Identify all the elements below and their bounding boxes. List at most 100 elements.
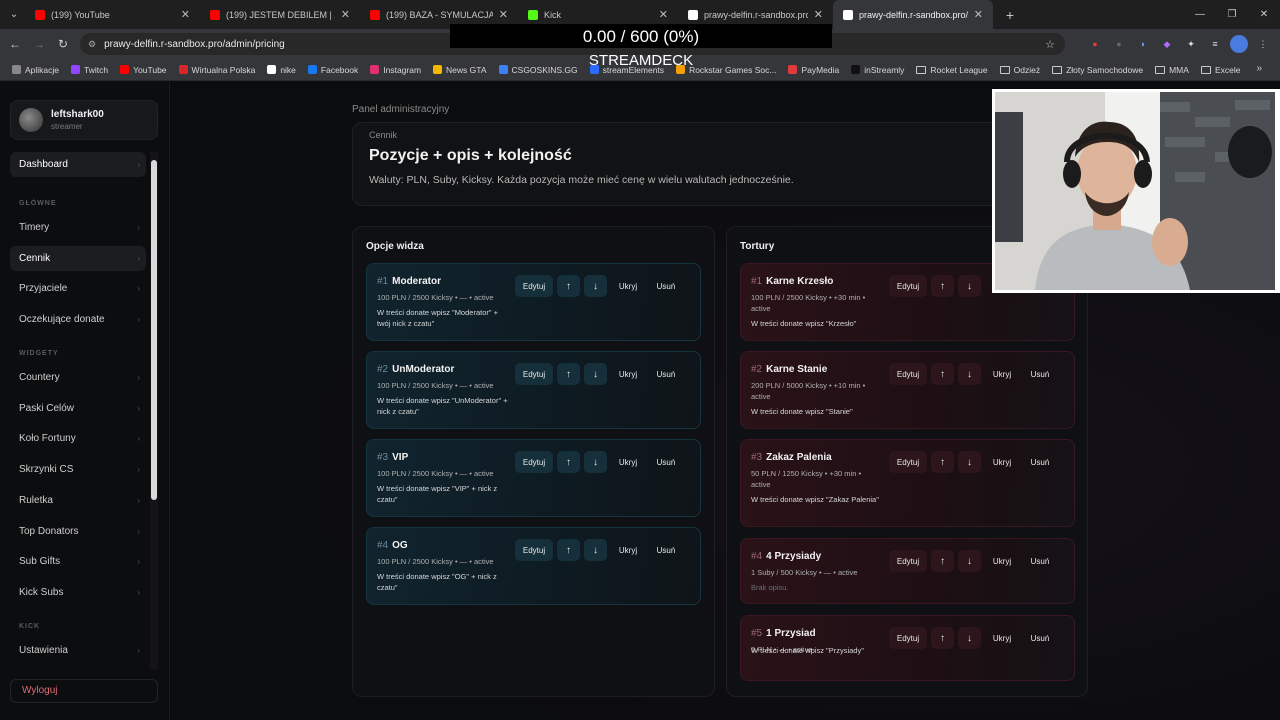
hide-button[interactable]: Ukryj bbox=[985, 363, 1019, 385]
delete-button[interactable]: Usuń bbox=[649, 539, 683, 561]
bookmark-item[interactable]: Instagram bbox=[364, 65, 427, 75]
minimize-button[interactable]: — bbox=[1184, 0, 1216, 29]
close-tab-icon[interactable]: ✕ bbox=[814, 8, 823, 21]
move-up-button[interactable]: ↑ bbox=[931, 451, 954, 473]
browser-tab[interactable]: (199) YouTube ✕ bbox=[25, 0, 200, 29]
logout-button[interactable]: Wyloguj bbox=[10, 679, 158, 703]
sidebar-item-ruletka[interactable]: Ruletka › bbox=[10, 488, 146, 513]
close-tab-icon[interactable]: ✕ bbox=[499, 8, 508, 21]
new-tab-button[interactable]: + bbox=[999, 7, 1021, 23]
sidebar-item-cennik[interactable]: Cennik › bbox=[10, 245, 146, 271]
bookmark-item[interactable]: Wirtualna Polska bbox=[173, 65, 262, 75]
close-tab-icon[interactable]: ✕ bbox=[974, 8, 983, 21]
extension-red-icon[interactable]: ● bbox=[1086, 35, 1104, 53]
sidebar-item-dashboard[interactable]: Dashboard › bbox=[10, 152, 146, 177]
hide-button[interactable]: Ukryj bbox=[985, 627, 1019, 649]
delete-button[interactable]: Usuń bbox=[1023, 627, 1057, 649]
edit-button[interactable]: Edytuj bbox=[889, 363, 927, 385]
move-down-button[interactable]: ↓ bbox=[958, 550, 981, 572]
sidebar-item-skrzynki-cs[interactable]: Skrzynki CS › bbox=[10, 457, 146, 482]
close-tab-icon[interactable]: ✕ bbox=[659, 8, 668, 21]
hide-button[interactable]: Ukryj bbox=[611, 363, 645, 385]
move-down-button[interactable]: ↓ bbox=[584, 451, 607, 473]
bookmark-item[interactable]: Odzież bbox=[994, 65, 1046, 75]
back-button[interactable]: ← bbox=[3, 37, 27, 51]
bookmark-item[interactable]: Excele bbox=[1195, 65, 1247, 75]
move-down-button[interactable]: ↓ bbox=[584, 539, 607, 561]
move-down-button[interactable]: ↓ bbox=[958, 275, 981, 297]
bookmark-item[interactable]: Facebook bbox=[302, 65, 364, 75]
edit-button[interactable]: Edytuj bbox=[889, 627, 927, 649]
delete-button[interactable]: Usuń bbox=[1023, 451, 1057, 473]
delete-button[interactable]: Usuń bbox=[1023, 363, 1057, 385]
move-up-button[interactable]: ↑ bbox=[931, 550, 954, 572]
reload-button[interactable]: ↻ bbox=[51, 37, 75, 51]
maximize-button[interactable]: ❐ bbox=[1216, 0, 1248, 29]
sidebar-item-kick-subs[interactable]: Kick Subs › bbox=[10, 580, 146, 605]
move-down-button[interactable]: ↓ bbox=[584, 275, 607, 297]
bookmark-item[interactable]: nike bbox=[261, 65, 302, 75]
extension-gray-icon[interactable]: ● bbox=[1110, 35, 1128, 53]
reading-list-icon[interactable]: ≡ bbox=[1206, 35, 1224, 53]
sidebar-item-countery[interactable]: Countery › bbox=[10, 365, 146, 390]
sidebar-item-top-donators[interactable]: Top Donators › bbox=[10, 519, 146, 544]
extensions-puzzle-icon[interactable]: ✦ bbox=[1182, 35, 1200, 53]
move-up-button[interactable]: ↑ bbox=[931, 627, 954, 649]
hide-button[interactable]: Ukryj bbox=[985, 550, 1019, 572]
bookmark-item[interactable]: Aplikacje bbox=[6, 65, 65, 75]
bookmark-item[interactable]: Rocket League bbox=[910, 65, 993, 75]
hide-button[interactable]: Ukryj bbox=[611, 451, 645, 473]
edit-button[interactable]: Edytuj bbox=[889, 275, 927, 297]
bookmark-item[interactable]: YouTube bbox=[114, 65, 172, 75]
sidebar-item-paski-celów[interactable]: Paski Celów › bbox=[10, 396, 146, 421]
delete-button[interactable]: Usuń bbox=[649, 275, 683, 297]
move-up-button[interactable]: ↑ bbox=[557, 275, 580, 297]
sidebar-item-timery[interactable]: Timery › bbox=[10, 215, 146, 240]
bookmarks-overflow-icon[interactable]: » bbox=[1256, 63, 1262, 74]
delete-button[interactable]: Usuń bbox=[649, 363, 683, 385]
move-up-button[interactable]: ↑ bbox=[931, 275, 954, 297]
forward-button[interactable]: → bbox=[27, 37, 51, 51]
sidebar-item-przyjaciele[interactable]: Przyjaciele › bbox=[10, 276, 146, 301]
user-card[interactable]: leftshark00 streamer bbox=[10, 100, 158, 140]
move-down-button[interactable]: ↓ bbox=[958, 363, 981, 385]
move-up-button[interactable]: ↑ bbox=[931, 363, 954, 385]
edit-button[interactable]: Edytuj bbox=[515, 275, 553, 297]
hide-button[interactable]: Ukryj bbox=[611, 275, 645, 297]
bookmark-item[interactable]: Twitch bbox=[65, 65, 114, 75]
move-up-button[interactable]: ↑ bbox=[557, 539, 580, 561]
close-window-button[interactable]: ✕ bbox=[1248, 0, 1280, 29]
profile-avatar-icon[interactable] bbox=[1230, 35, 1248, 53]
hide-button[interactable]: Ukryj bbox=[611, 539, 645, 561]
move-up-button[interactable]: ↑ bbox=[557, 363, 580, 385]
sidebar-item-oczekujące-donate[interactable]: Oczekujące donate › bbox=[10, 307, 146, 332]
browser-tab[interactable]: (199) JESTEM DEBILEM | ZBUD(✕ bbox=[200, 0, 360, 29]
sidebar-scrollbar[interactable] bbox=[150, 152, 158, 670]
close-tab-icon[interactable]: ✕ bbox=[181, 8, 190, 21]
sidebar-item-koło-fortuny[interactable]: Koło Fortuny › bbox=[10, 426, 146, 451]
edit-button[interactable]: Edytuj bbox=[515, 451, 553, 473]
move-down-button[interactable]: ↓ bbox=[584, 363, 607, 385]
bookmark-item[interactable]: Złoty Samochodowe bbox=[1046, 65, 1149, 75]
bookmark-item[interactable]: MMA bbox=[1149, 65, 1195, 75]
move-up-button[interactable]: ↑ bbox=[557, 451, 580, 473]
scrollbar-thumb[interactable] bbox=[151, 160, 157, 500]
browser-tab[interactable]: prawy-delfin.r-sandbox.pro/ad ✕ bbox=[833, 0, 993, 29]
move-down-button[interactable]: ↓ bbox=[958, 451, 981, 473]
sidebar-item-ustawienia[interactable]: Ustawienia › bbox=[10, 638, 146, 663]
edit-button[interactable]: Edytuj bbox=[889, 451, 927, 473]
delete-button[interactable]: Usuń bbox=[1023, 550, 1057, 572]
sidebar-item-sub-gifts[interactable]: Sub Gifts › bbox=[10, 549, 146, 574]
move-down-button[interactable]: ↓ bbox=[958, 627, 981, 649]
edit-button[interactable]: Edytuj bbox=[889, 550, 927, 572]
extension-blue-icon[interactable]: ◗ bbox=[1134, 35, 1152, 53]
bookmark-star-icon[interactable]: ☆ bbox=[1045, 38, 1055, 51]
edit-button[interactable]: Edytuj bbox=[515, 539, 553, 561]
hide-button[interactable]: Ukryj bbox=[985, 451, 1019, 473]
bookmark-item[interactable]: inStreamly bbox=[845, 65, 910, 75]
browser-menu-icon[interactable]: ⋮ bbox=[1254, 35, 1272, 53]
site-info-icon[interactable]: ⚙ bbox=[88, 39, 96, 50]
edit-button[interactable]: Edytuj bbox=[515, 363, 553, 385]
delete-button[interactable]: Usuń bbox=[649, 451, 683, 473]
extension-purple-icon[interactable]: ◆ bbox=[1158, 35, 1176, 53]
